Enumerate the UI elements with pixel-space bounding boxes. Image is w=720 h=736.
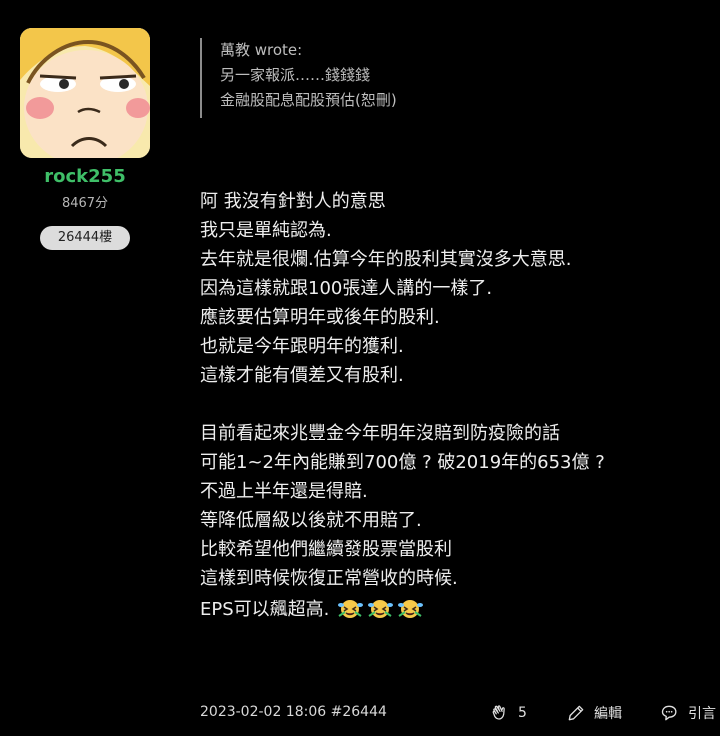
clap-icon — [492, 705, 505, 720]
post-line: 也就是今年跟明年的獲利. — [200, 336, 404, 357]
post-line: 可能1~2年內能賺到700億 ? 破2019年的653億 ? — [200, 452, 605, 473]
edit-button[interactable]: 編輯 — [566, 700, 622, 726]
user-points: 8467分 — [61, 196, 109, 211]
post-last-text: EPS可以飆超高. — [200, 599, 330, 620]
quote-line: 另一家報派……錢錢錢 — [220, 66, 371, 84]
pencil-icon — [568, 705, 584, 721]
post-line: 這樣到時候恢復正常營收的時候. — [200, 568, 458, 589]
username-link[interactable]: rock255 — [20, 166, 150, 187]
like-button[interactable]: 5 — [490, 700, 527, 726]
post-line: 因為這樣就跟100張達人講的一樣了. — [200, 278, 493, 299]
speech-bubbles-icon — [661, 705, 677, 721]
post-body: 阿 我沒有針對人的意思 我只是單純認為. 去年就是很爛.估算今年的股利其實沒多大… — [200, 187, 700, 624]
quote-block: 萬教 wrote: 另一家報派……錢錢錢 金融股配息配股預估(恕刪) — [200, 38, 620, 118]
avatar-image — [20, 28, 150, 158]
edit-label: 編輯 — [594, 706, 622, 722]
post-line: 不過上半年還是得賠. — [200, 481, 368, 502]
post-line: 我只是單純認為. — [200, 220, 332, 241]
post-number-link[interactable]: #26444 — [331, 704, 387, 720]
post-line: 應該要估算明年或後年的股利. — [200, 307, 440, 328]
quote-label: 引言 — [688, 706, 716, 722]
quote-button[interactable]: 引言 — [660, 700, 716, 726]
post-line: 比較希望他們繼續發股票當股利 — [200, 539, 452, 560]
avatar[interactable] — [20, 28, 150, 158]
floor-badge[interactable]: 26444樓 — [40, 226, 130, 250]
post-timestamp: 2023-02-02 18:06 — [200, 704, 327, 720]
crying-laughing-emoji — [337, 596, 365, 620]
post-line: 去年就是很爛.估算今年的股利其實沒多大意思. — [200, 249, 572, 270]
crying-laughing-emoji — [397, 596, 425, 620]
post-line: 目前看起來兆豐金今年明年沒賠到防疫險的話 — [200, 423, 560, 444]
quote-header: 萬教 wrote: — [220, 41, 303, 59]
like-count: 5 — [518, 705, 527, 721]
crying-laughing-emoji — [367, 596, 395, 620]
post-line-last: EPS可以飆超高. — [200, 595, 700, 624]
post-line: 等降低層級以後就不用賠了. — [200, 510, 422, 531]
post-line: 阿 我沒有針對人的意思 — [200, 191, 386, 212]
post-meta: 2023-02-02 18:06 #26444 — [200, 704, 387, 720]
post-line: 這樣才能有價差又有股利. — [200, 365, 404, 386]
quote-line: 金融股配息配股預估(恕刪) — [220, 91, 397, 109]
